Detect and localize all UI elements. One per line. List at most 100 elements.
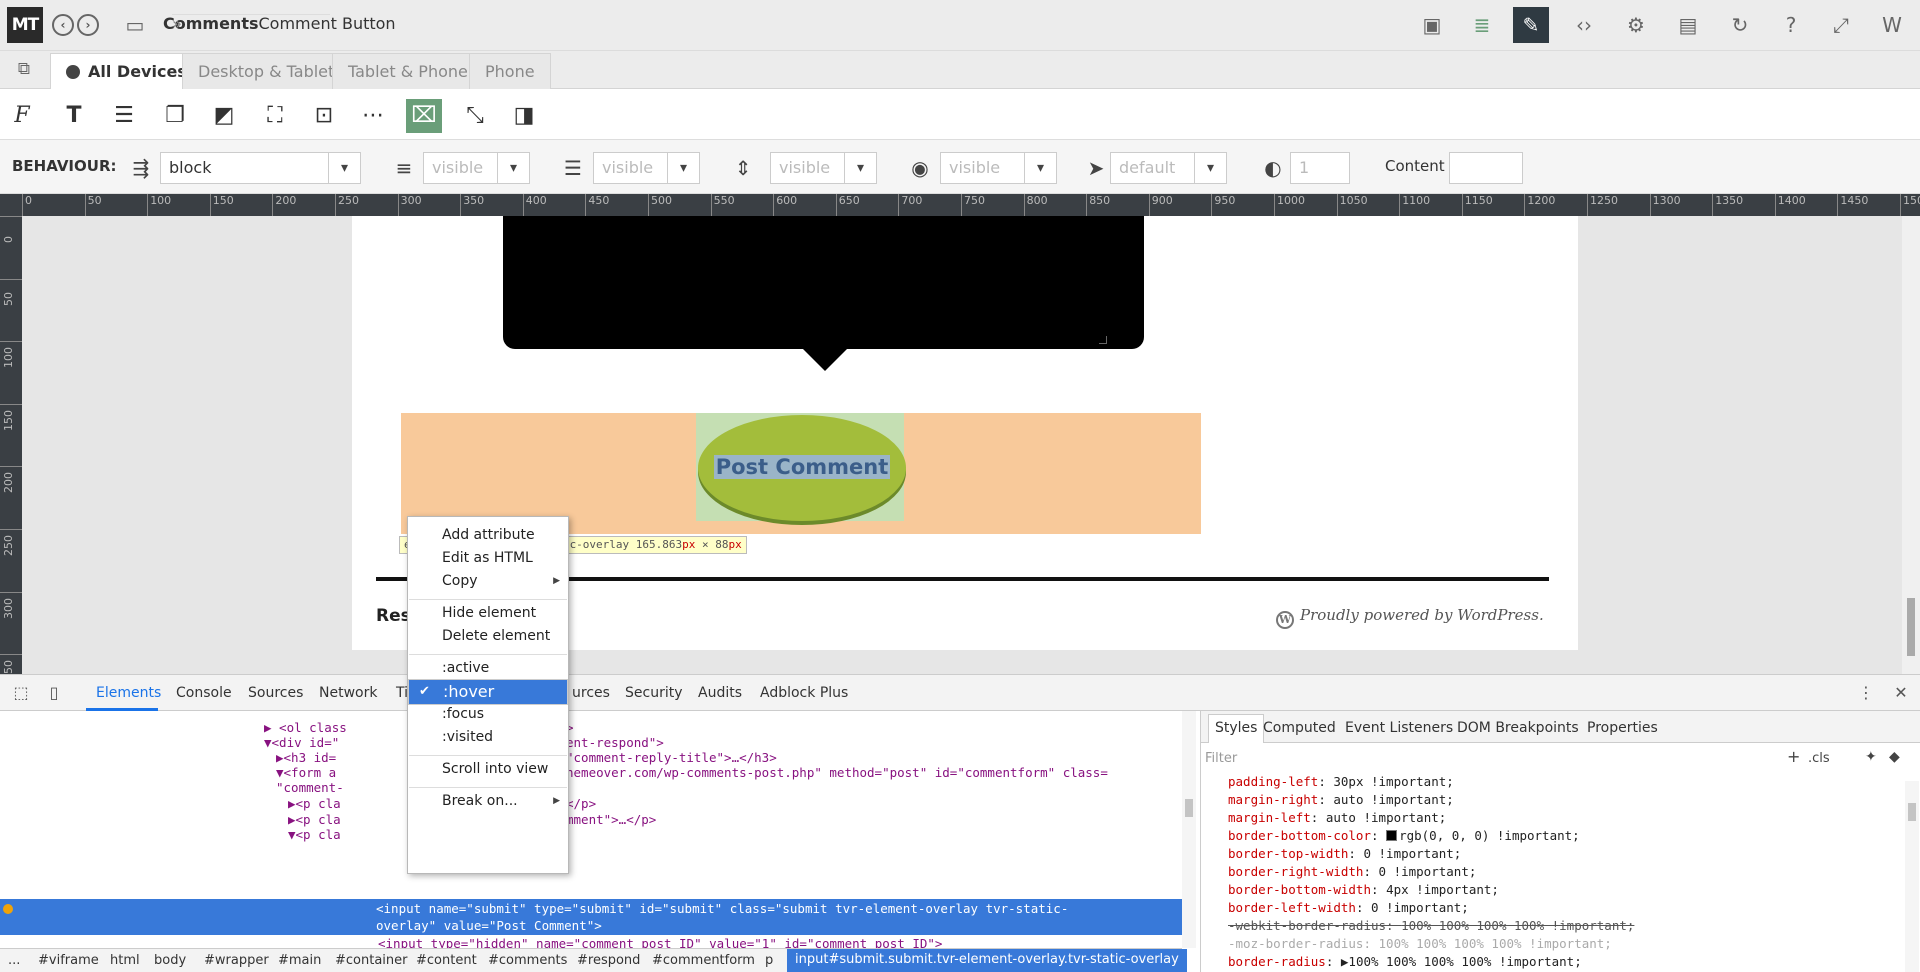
style-property[interactable]: padding-left	[1228, 774, 1318, 789]
styles-filter-input[interactable]: Filter	[1205, 751, 1237, 766]
device-mode-icon[interactable]: ▯	[44, 683, 64, 703]
gear-icon[interactable]: ⚙	[1624, 13, 1648, 37]
chevron-down-icon[interactable]: ▾	[328, 153, 360, 183]
forward-icon[interactable]: ›	[77, 14, 99, 36]
style-declaration[interactable]: padding-left: 30px !important;	[1228, 773, 1454, 791]
menu-item-delete-element[interactable]: Delete element	[408, 624, 568, 650]
elements-tree[interactable]: <input name="submit" type="submit" id="s…	[0, 711, 1182, 948]
tree-line[interactable]: <input type="hidden" name="comment_post_…	[378, 935, 942, 948]
cls-toggle[interactable]: .cls	[1808, 751, 1830, 766]
style-property[interactable]: -moz-border-radius	[1228, 936, 1363, 951]
devtab-audits[interactable]: Audits	[698, 685, 742, 701]
border-icon[interactable]: ⋯	[355, 99, 391, 133]
cursor-select[interactable]: default ▾	[1110, 152, 1227, 184]
style-declaration[interactable]: border-bottom-color: rgb(0, 0, 0) !impor…	[1228, 827, 1580, 845]
style-declaration[interactable]: margin-left: auto !important;	[1228, 809, 1446, 827]
tab-all-devices[interactable]: All Devices	[50, 53, 203, 91]
style-declaration[interactable]: border-right-width: 0 !important;	[1228, 863, 1476, 881]
expand-icon[interactable]: ⤢	[1829, 13, 1853, 37]
layers-icon[interactable]: ≣	[1470, 13, 1494, 37]
selected-node-row[interactable]: <input name="submit" type="submit" id="s…	[0, 899, 1182, 935]
style-property[interactable]: border-top-width	[1228, 846, 1348, 861]
background-icon[interactable]: ◩	[206, 99, 242, 133]
style-value[interactable]: ▶100% 100% 100% 100% !important;	[1341, 954, 1582, 969]
devtab-resources[interactable]: urces	[572, 685, 610, 701]
elements-scrollbar[interactable]	[1182, 711, 1196, 948]
tree-line-tail[interactable]: mment">…</p>	[566, 811, 656, 829]
save-icon[interactable]: ▣	[1420, 13, 1444, 37]
style-value[interactable]: 0 !important;	[1363, 846, 1461, 861]
chevron-down-icon[interactable]: ▾	[1024, 153, 1056, 183]
gradient-icon[interactable]: ◨	[506, 99, 542, 133]
chevron-down-icon[interactable]: ▾	[844, 153, 876, 183]
scrollbar-thumb[interactable]	[1185, 799, 1193, 817]
dom-breadcrumb-item[interactable]: body	[154, 953, 186, 968]
powered-by-link[interactable]: W Proudly powered by WordPress.	[1276, 606, 1544, 629]
folder-icon[interactable]: ▭	[123, 13, 147, 37]
chevron-down-icon[interactable]: ▾	[1194, 153, 1226, 183]
color-swatch-icon[interactable]	[1386, 830, 1398, 841]
dom-breadcrumb-item[interactable]: input#submit.submit.tvr-element-overlay.…	[787, 949, 1187, 972]
tab-properties[interactable]: Properties	[1587, 720, 1658, 736]
dom-breadcrumb-item[interactable]: #commentform	[652, 953, 755, 968]
layout-icon[interactable]: ▤	[1676, 13, 1700, 37]
visibility-select-3[interactable]: visible ▾	[770, 152, 877, 184]
responsive-icon[interactable]: ⧉	[12, 57, 36, 81]
tab-phone[interactable]: Phone	[469, 53, 551, 90]
shadow-icon[interactable]: ❐	[157, 99, 193, 133]
text-icon[interactable]: T	[56, 99, 92, 133]
style-property[interactable]: border-radius	[1228, 954, 1326, 969]
style-property[interactable]: margin-left	[1228, 810, 1311, 825]
style-value[interactable]: 100% 100% 100% 100% !important;	[1379, 936, 1612, 951]
style-declaration[interactable]: border-bottom-width: 4px !important;	[1228, 881, 1499, 899]
position-icon[interactable]: ⤡	[457, 99, 493, 133]
style-property[interactable]: border-bottom-color	[1228, 828, 1371, 843]
dom-breadcrumb-item[interactable]: ...	[8, 953, 20, 968]
devtab-network[interactable]: Network	[319, 685, 377, 701]
style-declaration[interactable]: border-top-width: 0 !important;	[1228, 845, 1461, 863]
devtab-console[interactable]: Console	[176, 685, 232, 701]
dom-breadcrumb-item[interactable]: html	[110, 953, 140, 968]
help-icon[interactable]: ?	[1779, 13, 1803, 37]
devtab-security[interactable]: Security	[625, 685, 683, 701]
tab-dom-breakpoints[interactable]: DOM Breakpoints	[1457, 720, 1579, 736]
pin-icon[interactable]: ✦	[1865, 749, 1877, 765]
chevron-down-icon[interactable]: ▾	[667, 153, 699, 183]
style-value[interactable]: 30px !important;	[1333, 774, 1453, 789]
behaviour-icon[interactable]: ⌧	[406, 99, 442, 133]
devtab-elements[interactable]: Elements	[96, 685, 161, 701]
add-rule-icon[interactable]: +	[1787, 747, 1800, 766]
list-icon[interactable]: ☰	[106, 99, 142, 133]
inspect-icon[interactable]: ⬚	[11, 683, 31, 703]
menu-item-scroll-into-view[interactable]: Scroll into view	[408, 757, 568, 783]
style-value[interactable]: 4px !important;	[1386, 882, 1499, 897]
visibility-select-2[interactable]: visible ▾	[593, 152, 700, 184]
styles-scrollbar[interactable]	[1905, 781, 1919, 972]
dom-breadcrumb-item[interactable]: #respond	[577, 953, 640, 968]
resize-handle-icon[interactable]	[1099, 336, 1107, 344]
dom-breadcrumb-item[interactable]: p	[765, 953, 773, 968]
style-property[interactable]: border-left-width	[1228, 900, 1356, 915]
visibility-select-4[interactable]: visible ▾	[940, 152, 1057, 184]
tab-event-listeners[interactable]: Event Listeners	[1345, 720, 1453, 736]
style-declaration[interactable]: border-radius: ▶100% 100% 100% 100% !imp…	[1228, 953, 1582, 971]
dom-breadcrumb-item[interactable]: #container	[335, 953, 408, 968]
color-format-icon[interactable]: ◆	[1889, 749, 1900, 765]
comment-textarea-box[interactable]	[503, 216, 1144, 349]
dom-breadcrumb-item[interactable]: #content	[416, 953, 477, 968]
visibility-select-1[interactable]: visible ▾	[423, 152, 530, 184]
style-value[interactable]: rgb(0, 0, 0) !important;	[1399, 828, 1580, 843]
menu-item-copy[interactable]: Copy ▶	[408, 569, 568, 595]
scrollbar-thumb[interactable]	[1907, 598, 1915, 656]
tab-desktop-tablet[interactable]: Desktop & Tablet	[182, 53, 351, 90]
menu-item-break-on[interactable]: Break on... ▶	[408, 789, 568, 815]
style-declaration[interactable]: -moz-border-radius: 100% 100% 100% 100% …	[1228, 935, 1612, 953]
content-input[interactable]	[1449, 152, 1523, 184]
more-options-icon[interactable]: ⋮	[1856, 683, 1876, 703]
devtab-sources[interactable]: Sources	[248, 685, 303, 701]
style-editor-icon[interactable]: ✎	[1513, 7, 1549, 43]
style-value[interactable]: auto !important;	[1326, 810, 1446, 825]
style-declaration[interactable]: border-left-width: 0 !important;	[1228, 899, 1469, 917]
refresh-icon[interactable]: ↻	[1728, 13, 1752, 37]
chevron-down-icon[interactable]: ▾	[497, 153, 529, 183]
